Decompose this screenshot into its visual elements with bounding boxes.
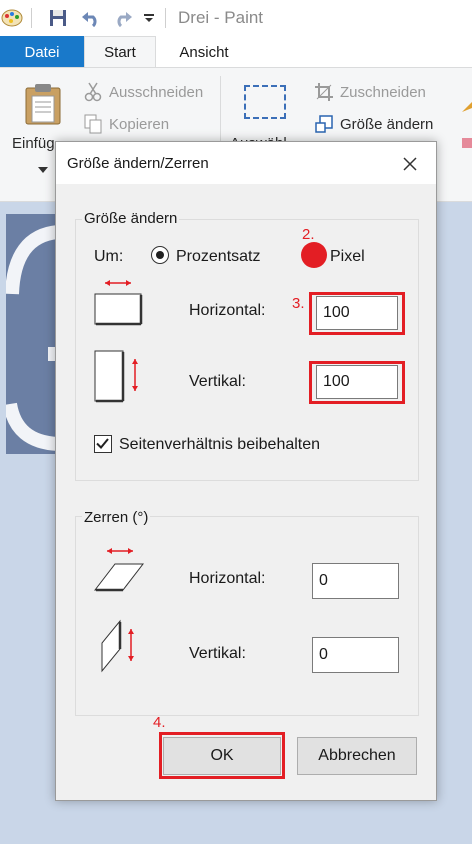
- percent-radio[interactable]: [151, 246, 169, 264]
- scissors-icon: [84, 82, 102, 107]
- tab-view[interactable]: Ansicht: [164, 36, 244, 68]
- resize-group-label: Größe ändern: [82, 210, 180, 227]
- ribbon-tabs: Datei Start Ansicht: [0, 36, 472, 68]
- copy-button[interactable]: Kopieren: [109, 116, 169, 133]
- pixel-radio-label[interactable]: Pixel: [330, 248, 365, 266]
- tab-start[interactable]: Start: [84, 36, 156, 68]
- title-bar: Drei - Paint: [0, 0, 472, 36]
- keep-ratio-label[interactable]: Seitenverhältnis beibehalten: [119, 436, 320, 454]
- vertical-highlight: [309, 361, 405, 404]
- resize-vertical-icon: [94, 349, 144, 408]
- dialog-title-bar: Größe ändern/Zerren: [56, 142, 436, 184]
- step-4-annotation: 4.: [153, 714, 166, 731]
- skew-vertical-input[interactable]: 0: [312, 637, 399, 673]
- close-icon[interactable]: [390, 148, 430, 180]
- vertical-label: Vertikal:: [189, 373, 246, 390]
- resize-button[interactable]: Größe ändern: [340, 116, 433, 133]
- paste-dropdown-icon[interactable]: [38, 160, 48, 178]
- cancel-button[interactable]: Abbrechen: [297, 737, 417, 775]
- save-icon[interactable]: [46, 6, 70, 30]
- resize-skew-dialog: Größe ändern/Zerren Größe ändern Um: Pro…: [55, 141, 437, 801]
- resize-icon: [314, 114, 334, 139]
- cut-button[interactable]: Ausschneiden: [109, 84, 203, 101]
- crop-button[interactable]: Zuschneiden: [340, 84, 426, 101]
- skew-horizontal-icon: [93, 546, 145, 597]
- dialog-title: Größe ändern/Zerren: [67, 155, 209, 172]
- by-label: Um:: [94, 248, 124, 265]
- horizontal-label: Horizontal:: [189, 302, 266, 319]
- paint-app-icon[interactable]: [0, 6, 24, 30]
- paste-button-label[interactable]: Einfüg: [12, 135, 55, 152]
- paste-icon[interactable]: [24, 82, 62, 131]
- step-2-annotation: 2.: [302, 226, 315, 243]
- window-title: Drei - Paint: [178, 8, 264, 27]
- resize-horizontal-icon: [93, 278, 145, 331]
- percent-radio-label[interactable]: Prozentsatz: [176, 248, 260, 266]
- keep-ratio-checkbox[interactable]: [94, 435, 112, 453]
- title-separator: [165, 8, 166, 28]
- skew-horizontal-input[interactable]: 0: [312, 563, 399, 599]
- pixel-radio[interactable]: [301, 242, 327, 268]
- quick-access-separator: [31, 8, 32, 28]
- undo-icon[interactable]: [78, 6, 104, 30]
- skew-vertical-icon: [98, 619, 142, 678]
- ok-highlight: [159, 732, 285, 779]
- step-3-annotation: 3.: [292, 295, 305, 312]
- copy-icon: [84, 114, 102, 139]
- skew-vertical-label: Vertikal:: [189, 645, 246, 662]
- skew-horizontal-label: Horizontal:: [189, 570, 266, 587]
- tools-icon[interactable]: [460, 94, 472, 159]
- redo-icon[interactable]: [110, 6, 136, 30]
- select-icon[interactable]: [244, 85, 286, 119]
- customize-quick-access-icon[interactable]: [140, 6, 158, 30]
- horizontal-highlight: [309, 292, 405, 335]
- skew-group-label: Zerren (°): [82, 509, 151, 526]
- tab-file[interactable]: Datei: [0, 36, 84, 68]
- crop-icon: [314, 82, 334, 107]
- canvas-image[interactable]: [6, 214, 58, 454]
